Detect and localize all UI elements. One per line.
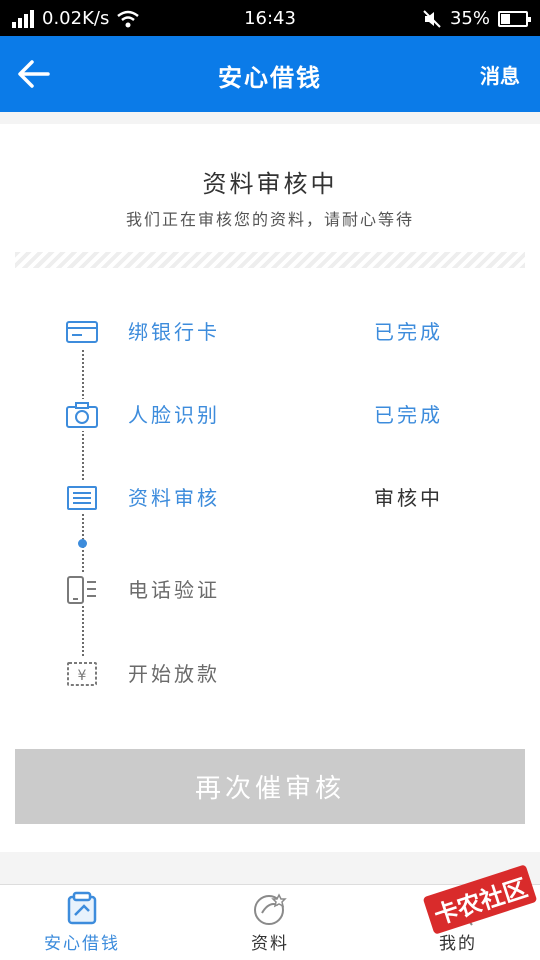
- nav-label: 资料: [251, 934, 289, 954]
- app-header: 安心借钱 消息: [0, 36, 540, 112]
- step-state: 已完成: [374, 320, 443, 344]
- review-status-title: 资料审核中: [202, 170, 338, 198]
- battery-percent: 35%: [449, 8, 490, 29]
- step-start-loan: ¥ 开始放款: [0, 654, 540, 694]
- bank-card-icon: [64, 316, 100, 348]
- nav-item-data[interactable]: 资料: [200, 889, 340, 959]
- page-title: 安心借钱: [218, 64, 322, 92]
- urge-review-button[interactable]: 再次催审核: [15, 749, 525, 824]
- svg-text:¥: ¥: [78, 668, 87, 684]
- nav-item-loan[interactable]: 安心借钱: [12, 889, 152, 959]
- divider: [15, 252, 525, 268]
- step-phone-verification: 电话验证: [0, 570, 540, 610]
- step-face-recognition: 人脸识别 已完成: [0, 395, 540, 435]
- messages-button[interactable]: 消息: [480, 60, 520, 89]
- step-label: 开始放款: [128, 662, 220, 686]
- nav-label: 安心借钱: [44, 934, 120, 954]
- phone-icon: [64, 574, 100, 606]
- step-state: 审核中: [374, 486, 443, 510]
- review-card: 资料审核中 我们正在审核您的资料，请耐心等待 绑银行卡 已完成 人脸识别 已完成: [0, 124, 540, 852]
- step-label: 电话验证: [128, 578, 220, 602]
- step-bank-card: 绑银行卡 已完成: [0, 312, 540, 352]
- profile-data-icon: [254, 893, 287, 925]
- timeline-current-dot: [78, 539, 87, 548]
- document-icon: [64, 482, 100, 514]
- status-bar: 0.02K/s 16:43 35%: [0, 0, 540, 36]
- mute-icon: [423, 9, 441, 28]
- nav-label: 我的: [439, 934, 477, 954]
- step-data-review: 资料审核 审核中: [0, 478, 540, 518]
- loan-icon: [67, 891, 97, 925]
- step-label: 资料审核: [128, 486, 220, 510]
- money-icon: ¥: [64, 658, 100, 690]
- step-state: 已完成: [374, 403, 443, 427]
- camera-icon: [64, 399, 100, 431]
- step-label: 人脸识别: [128, 403, 220, 427]
- review-status-subtitle: 我们正在审核您的资料，请耐心等待: [125, 210, 414, 229]
- battery-icon: [498, 10, 531, 27]
- step-label: 绑银行卡: [128, 320, 220, 344]
